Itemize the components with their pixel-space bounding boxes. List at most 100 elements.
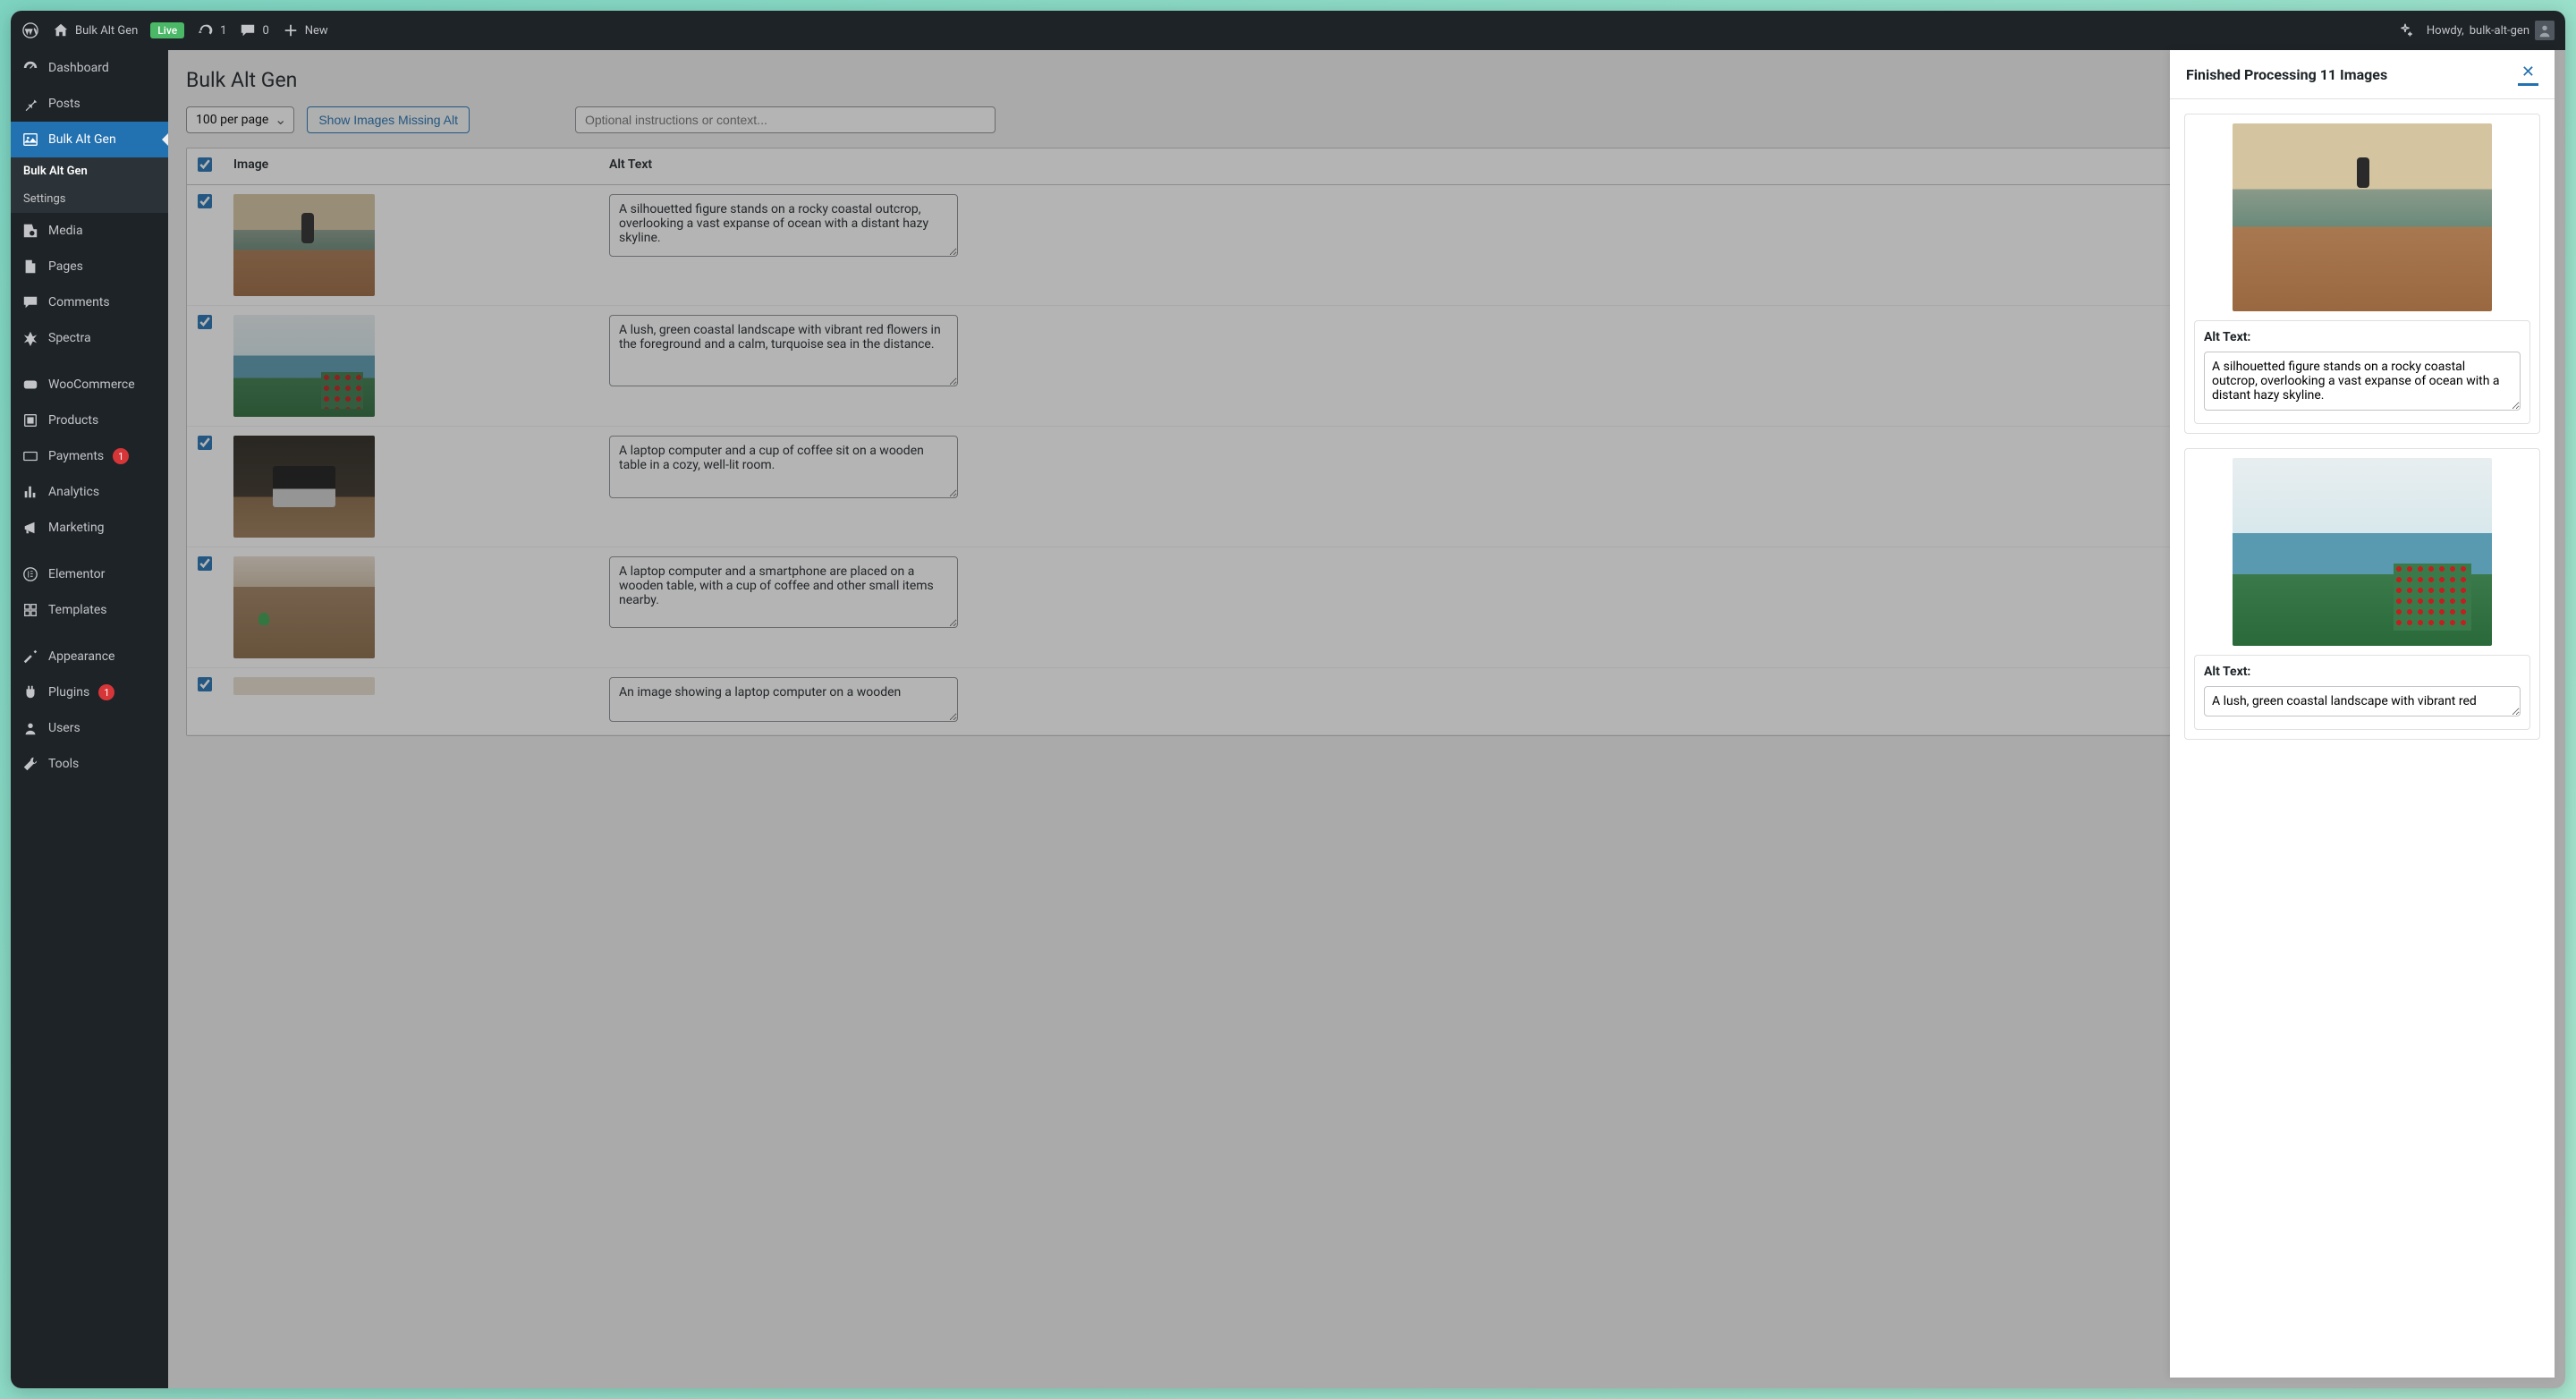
wordpress-icon [21, 21, 39, 39]
sidebar-item-plugins[interactable]: Plugins 1 [11, 674, 168, 710]
alt-text-input[interactable] [609, 556, 958, 628]
row-checkbox[interactable] [198, 436, 212, 450]
sidebar-item-pages[interactable]: Pages [11, 249, 168, 284]
live-badge: Live [150, 22, 184, 38]
sparkle-icon [2396, 21, 2414, 39]
sidebar-item-label: Spectra [48, 331, 91, 345]
sidebar-item-label: Appearance [48, 649, 114, 664]
sidebar-item-label: Bulk Alt Gen [48, 132, 116, 147]
sidebar-item-label: Payments [48, 449, 104, 463]
appearance-icon [21, 648, 39, 666]
row-checkbox[interactable] [198, 315, 212, 329]
sidebar-item-comments[interactable]: Comments [11, 284, 168, 320]
sidebar-item-label: Tools [48, 757, 79, 771]
sidebar-item-media[interactable]: Media [11, 213, 168, 249]
sidebar-item-label: Media [48, 224, 83, 238]
sidebar-item-tools[interactable]: Tools [11, 746, 168, 782]
column-header-image: Image [233, 157, 609, 175]
select-all-checkbox[interactable] [198, 157, 212, 172]
result-thumbnail [2233, 458, 2492, 646]
row-checkbox[interactable] [198, 677, 212, 691]
panel-header: Finished Processing 11 Images ✕ [2170, 50, 2555, 99]
media-icon [21, 222, 39, 240]
sidebar-item-products[interactable]: Products [11, 403, 168, 438]
product-icon [21, 411, 39, 429]
result-alt-box: Alt Text: [2194, 320, 2530, 424]
row-checkbox[interactable] [198, 194, 212, 208]
alt-text-input[interactable] [609, 436, 958, 498]
user-avatar-icon [2535, 21, 2555, 40]
updates-link[interactable]: 1 [197, 21, 226, 39]
app-window: Bulk Alt Gen Live 1 0 New Howdy, bulk- [11, 11, 2565, 1388]
sidebar-item-woocommerce[interactable]: WooCommerce [11, 367, 168, 403]
sidebar-item-payments[interactable]: Payments 1 [11, 438, 168, 474]
new-label: New [305, 24, 328, 38]
spectra-icon [21, 329, 39, 347]
image-icon [21, 131, 39, 148]
close-icon: ✕ [2521, 63, 2535, 81]
result-alt-box: Alt Text: [2194, 655, 2530, 730]
username: bulk-alt-gen [2470, 24, 2529, 38]
row-checkbox[interactable] [198, 556, 212, 571]
result-thumbnail [2233, 123, 2492, 311]
admin-sidebar: Dashboard Posts Bulk Alt Gen Bulk Alt Ge… [11, 50, 168, 1388]
user-account-link[interactable]: Howdy, bulk-alt-gen [2427, 21, 2555, 40]
sidebar-item-label: Plugins [48, 685, 89, 700]
new-content-link[interactable]: New [282, 21, 328, 39]
sidebar-item-templates[interactable]: Templates [11, 592, 168, 628]
comments-count: 0 [262, 24, 268, 38]
sidebar-item-elementor[interactable]: Elementor [11, 556, 168, 592]
tools-icon [21, 755, 39, 773]
submenu-item-settings[interactable]: Settings [11, 185, 168, 213]
sidebar-item-dashboard[interactable]: Dashboard [11, 50, 168, 86]
result-card: Alt Text: [2184, 114, 2540, 434]
alt-text-label: Alt Text: [2204, 665, 2521, 679]
panel-body[interactable]: Alt Text: Alt Text: [2170, 99, 2555, 1378]
submenu-item-bulk-alt-gen[interactable]: Bulk Alt Gen [11, 157, 168, 185]
ai-sparkle-link[interactable] [2396, 21, 2414, 39]
alt-text-input[interactable] [609, 677, 958, 722]
close-panel-button[interactable]: ✕ [2518, 63, 2538, 86]
badge-count: 1 [98, 684, 114, 700]
result-alt-textarea[interactable] [2204, 352, 2521, 411]
sidebar-item-label: Analytics [48, 485, 99, 499]
result-alt-textarea[interactable] [2204, 686, 2521, 716]
per-page-select[interactable]: 100 per page [186, 106, 294, 133]
sidebar-item-spectra[interactable]: Spectra [11, 320, 168, 356]
sidebar-item-posts[interactable]: Posts [11, 86, 168, 122]
sidebar-item-bulk-alt-gen[interactable]: Bulk Alt Gen [11, 122, 168, 157]
instructions-input[interactable] [575, 106, 996, 133]
alt-text-input[interactable] [609, 315, 958, 386]
badge-count: 1 [113, 448, 129, 464]
home-icon [52, 21, 70, 39]
site-home-link[interactable]: Bulk Alt Gen [52, 21, 138, 39]
image-thumbnail[interactable] [233, 436, 375, 538]
sidebar-item-users[interactable]: Users [11, 710, 168, 746]
sidebar-item-analytics[interactable]: Analytics [11, 474, 168, 510]
sidebar-item-label: Products [48, 413, 98, 428]
alt-text-label: Alt Text: [2204, 330, 2521, 344]
sidebar-item-label: Dashboard [48, 61, 109, 75]
image-thumbnail[interactable] [233, 315, 375, 417]
updates-count: 1 [220, 24, 226, 38]
comments-link[interactable]: 0 [239, 21, 268, 39]
image-thumbnail[interactable] [233, 677, 375, 695]
sidebar-item-label: Templates [48, 603, 107, 617]
show-missing-alt-button[interactable]: Show Images Missing Alt [307, 106, 470, 133]
sidebar-item-appearance[interactable]: Appearance [11, 639, 168, 674]
users-icon [21, 719, 39, 737]
payments-icon [21, 447, 39, 465]
sidebar-item-marketing[interactable]: Marketing [11, 510, 168, 546]
alt-text-input[interactable] [609, 194, 958, 257]
sidebar-item-label: Elementor [48, 567, 105, 581]
image-thumbnail[interactable] [233, 556, 375, 658]
woo-icon [21, 376, 39, 394]
image-thumbnail[interactable] [233, 194, 375, 296]
wp-logo[interactable] [21, 21, 39, 39]
sidebar-item-label: Posts [48, 97, 80, 111]
pin-icon [21, 95, 39, 113]
sidebar-item-label: Comments [48, 295, 110, 309]
refresh-icon [197, 21, 215, 39]
panel-title: Finished Processing 11 Images [2186, 66, 2387, 83]
result-card: Alt Text: [2184, 448, 2540, 740]
